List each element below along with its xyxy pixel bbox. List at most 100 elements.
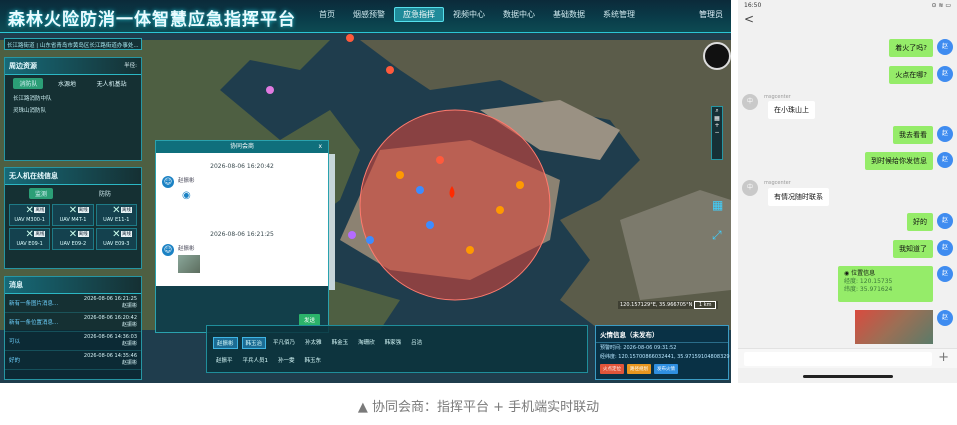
zoom-out-icon[interactable]: − [712, 129, 722, 136]
person-item[interactable]: 吕洁 [408, 337, 425, 349]
uav-card[interactable]: ✕ 离线 UAV M4T-1 [52, 204, 94, 226]
message-item[interactable]: 新有一条位置消息... 2026-08-06 16:20:42 赵振彬 [5, 313, 141, 332]
nav-data-center[interactable]: 数据中心 [494, 9, 544, 22]
fire-actions: 火点定位 路径规划 发布火情 [596, 361, 728, 377]
collab-dialog: 协同会商 x 2026-08-06 16:20:42 ☺ 赵振彬 ◉ 2026-… [155, 140, 329, 333]
resource-item[interactable]: 灵珠山消防队 [5, 104, 141, 116]
back-icon[interactable]: < [738, 12, 957, 30]
uav-panel: 无人机在线信息 监测 防防 ✕ 离线 UAV M300-1 ✕ 离线 UAV M4T-1… [4, 167, 142, 269]
avatar: 赵 [937, 66, 953, 82]
personnel-bar: 赵振彬 韩玉治 平凡佰乃 孙太雅 韩金玉 淘珊欣 韩家强 吕洁 赵振平 平兵人员… [206, 325, 588, 373]
person-item[interactable]: 孙太雅 [302, 337, 325, 349]
chat-bubble-sent: 好的 [907, 213, 933, 231]
chat-message: ☺ 赵振彬 ◉ [156, 176, 328, 201]
location-card[interactable]: ◉ 位置信息 经度: 120.15735 纬度: 35.971624 [838, 266, 933, 302]
layers-icon[interactable]: ▦ [712, 115, 722, 122]
location-path: 长江路街道 | 山东省青岛市黄岛区长江路街道办事处... [4, 38, 142, 50]
map-toolbar: ⌕ ▦ + − [711, 106, 723, 160]
message-item[interactable]: 可以 2026-08-06 14:36:03 赵振彬 [5, 332, 141, 351]
fire-info-panel: 火情信息（未发布） 预警时间: 2026-08-06 09:31:52 经纬度:… [595, 325, 730, 380]
phone-screen: 16:50 ⊙ ≋ ▭ < 着火了吗? 赵 火点在哪? 赵 中 msgcente… [738, 0, 957, 383]
message-item[interactable]: 好的 2026-08-06 14:35:46 赵振彬 [5, 351, 141, 370]
message-item[interactable]: 新有一条图片消息... 2026-08-06 16:21:25 赵振彬 [5, 294, 141, 313]
avatar: 中 [742, 94, 758, 110]
status-badge: 离线 [77, 207, 89, 213]
nav-system-admin[interactable]: 系统管理 [594, 9, 644, 22]
dialog-title: 协同会商 [229, 143, 254, 150]
fire-position: 经纬度: 120.15700866032441, 35.971591048083… [600, 354, 730, 360]
person-item[interactable]: 赵振平 [213, 355, 236, 365]
sender-name: 赵振彬 [178, 178, 195, 184]
sender-name: msgcenter [764, 180, 791, 186]
status-badge: 离线 [120, 207, 132, 213]
command-platform-screen: 森林火险防消一体智慧应急指挥平台 首页 烟感预警 应急指挥 视频中心 数据中心 … [0, 0, 731, 383]
messages-panel: 消息 新有一条图片消息... 2026-08-06 16:21:25 赵振彬 新有一… [4, 276, 142, 380]
compass-icon[interactable] [703, 42, 731, 70]
top-header: 森林火险防消一体智慧应急指挥平台 首页 烟感预警 应急指挥 视频中心 数据中心 … [0, 0, 731, 33]
home-indicator[interactable] [803, 375, 893, 378]
admin-menu[interactable]: 管理员 [699, 9, 723, 20]
avatar: 赵 [937, 213, 953, 229]
uav-card[interactable]: ✕ 离线 UAV E09-1 [9, 228, 51, 250]
person-item[interactable]: 韩玉治 [241, 337, 267, 349]
person-item[interactable]: 平兵人员1 [240, 355, 272, 365]
person-item[interactable]: 平凡佰乃 [270, 337, 298, 349]
dialog-scrollbar[interactable] [329, 154, 335, 290]
resource-tabs: 消防队 水源地 无人机基站 [5, 75, 141, 92]
publish-fire-button[interactable]: 发布火情 [654, 364, 678, 374]
avatar: 赵 [937, 152, 953, 168]
uav-card[interactable]: ✕ 离线 UAV E11-1 [95, 204, 137, 226]
tab-uav-base[interactable]: 无人机基站 [91, 78, 133, 89]
expand-icon[interactable]: ⤢ [712, 228, 722, 243]
uav-grid: ✕ 离线 UAV M300-1 ✕ 离线 UAV M4T-1 ✕ 离线 UAV E11-1 … [5, 202, 141, 252]
zoom-in-icon[interactable]: + [712, 122, 722, 129]
status-badge: 离线 [34, 231, 46, 237]
search-icon[interactable]: ⌕ [712, 107, 722, 115]
nav-video-center[interactable]: 视频中心 [444, 9, 494, 22]
avatar: 赵 [937, 266, 953, 282]
person-item[interactable]: 韩玉东 [302, 355, 325, 365]
tab-uav-monitor[interactable]: 监测 [28, 188, 53, 199]
nav-smoke-warning[interactable]: 烟感预警 [344, 9, 394, 22]
tab-fire-brigade[interactable]: 消防队 [13, 78, 44, 89]
fire-time: 预警时间: 2026-08-06 09:31:52 [600, 345, 677, 351]
avatar: 赵 [937, 310, 953, 326]
chat-bubble-sent: 到时候给你发信息 [865, 152, 933, 170]
close-icon[interactable]: x [318, 141, 322, 153]
grid-icon[interactable]: ▦ [712, 198, 723, 212]
uav-card[interactable]: ✕ 离线 UAV E09-2 [52, 228, 94, 250]
avatar: 赵 [937, 126, 953, 142]
plus-icon[interactable]: + [938, 350, 949, 365]
locate-fire-button[interactable]: 火点定位 [600, 364, 624, 374]
user-avatar-icon: ☺ [162, 244, 174, 256]
uav-card[interactable]: ✕ 离线 UAV M300-1 [9, 204, 51, 226]
caption: ▲ 协同会商：指挥平台 + 手机端实时联动 [357, 400, 600, 415]
message-time: 2026-08-06 16:20:42 [210, 163, 274, 170]
main-nav: 首页 烟感预警 应急指挥 视频中心 数据中心 基础数据 系统管理 [310, 7, 644, 22]
resource-item[interactable]: 长江路消防中队 [5, 92, 141, 104]
person-item[interactable]: 淘珊欣 [355, 337, 378, 349]
chat-bubble-received: 有情况随时联系 [768, 188, 829, 206]
chat-bubble-received: 在小珠山上 [768, 101, 815, 119]
location-pin-icon[interactable]: ◉ [182, 190, 195, 201]
status-badge: 离线 [77, 231, 89, 237]
chat-input[interactable] [744, 352, 932, 366]
tab-water-source[interactable]: 水源地 [52, 78, 82, 89]
status-bar: 16:50 ⊙ ≋ ▭ [738, 0, 957, 12]
tab-uav-fire[interactable]: 防防 [93, 188, 117, 199]
status-icons: ⊙ ≋ ▭ [931, 2, 951, 9]
nav-base-data[interactable]: 基础数据 [544, 9, 594, 22]
nav-emergency-command[interactable]: 应急指挥 [394, 7, 444, 22]
resources-title: 周边资源 半径: [5, 58, 141, 75]
photo-thumbnail[interactable] [178, 255, 200, 273]
person-item[interactable]: 韩金玉 [329, 337, 352, 349]
photo-thumbnail[interactable] [855, 310, 933, 344]
person-item[interactable]: 赵振彬 [213, 337, 238, 349]
app-title: 森林火险防消一体智慧应急指挥平台 [8, 10, 296, 30]
person-item[interactable]: 孙一雯 [275, 355, 298, 365]
nav-home[interactable]: 首页 [310, 9, 344, 22]
uav-card[interactable]: ✕ 离线 UAV E09-3 [95, 228, 137, 250]
person-item[interactable]: 韩家强 [382, 337, 405, 349]
personnel-row: 赵振彬 韩玉治 平凡佰乃 孙太雅 韩金玉 淘珊欣 韩家强 吕洁 [207, 334, 587, 352]
route-plan-button[interactable]: 路径规划 [627, 364, 651, 374]
